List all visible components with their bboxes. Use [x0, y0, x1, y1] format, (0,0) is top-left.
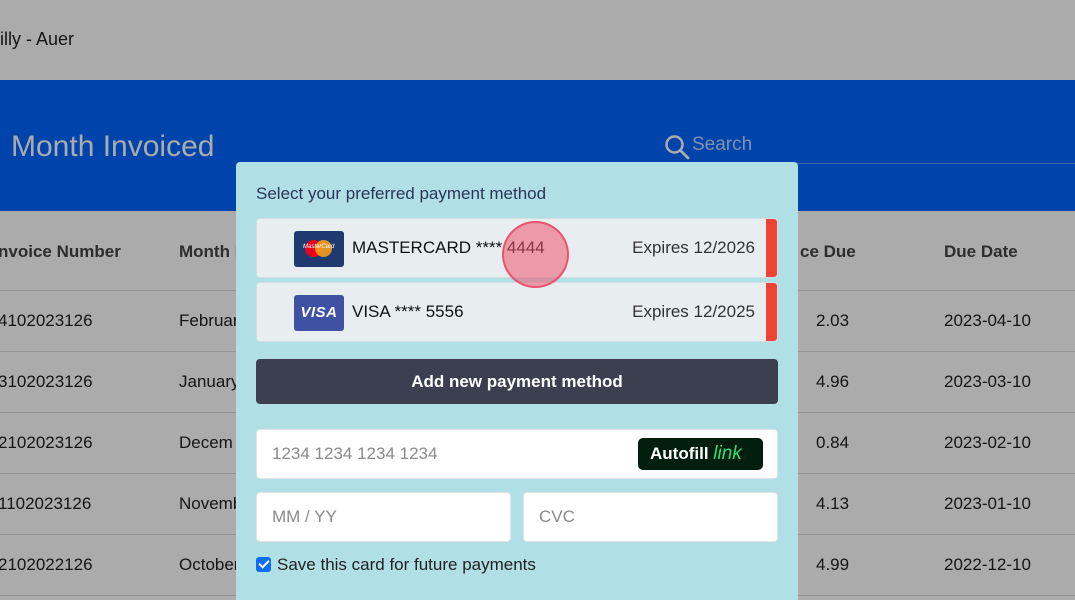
mastercard-logo-text: MasterCard [303, 244, 335, 250]
card-expiry: Expires 12/2025 [632, 302, 755, 321]
cvc-field[interactable] [523, 492, 778, 542]
saved-card-visa[interactable]: VISA VISA **** 5556 Expires 12/2025 [256, 282, 778, 342]
mastercard-logo-icon: MasterCard [294, 231, 344, 267]
card-label: VISA **** 5556 [352, 302, 464, 321]
click-indicator [502, 221, 569, 288]
save-card-label[interactable]: Save this card for future payments [277, 555, 536, 575]
modal-title: Select your preferred payment method [256, 184, 547, 203]
autofill-label: Autofill [650, 444, 709, 463]
card-accent-bar [766, 219, 777, 277]
cvc-input[interactable] [539, 493, 742, 541]
expiry-input[interactable] [272, 493, 475, 541]
visa-logo-text: VISA [300, 304, 338, 321]
card-accent-bar [766, 283, 777, 341]
visa-logo-icon: VISA [294, 295, 344, 331]
save-card-checkbox[interactable] [256, 557, 271, 572]
expiry-field[interactable] [256, 492, 511, 542]
card-number-field[interactable]: Autofill link [256, 429, 778, 479]
card-number-input[interactable] [272, 430, 688, 478]
autofill-link-button[interactable]: Autofill link [638, 438, 763, 470]
link-logo-text: link [713, 443, 742, 464]
add-payment-method-button[interactable]: Add new payment method [256, 359, 778, 404]
card-expiry: Expires 12/2026 [632, 238, 755, 257]
